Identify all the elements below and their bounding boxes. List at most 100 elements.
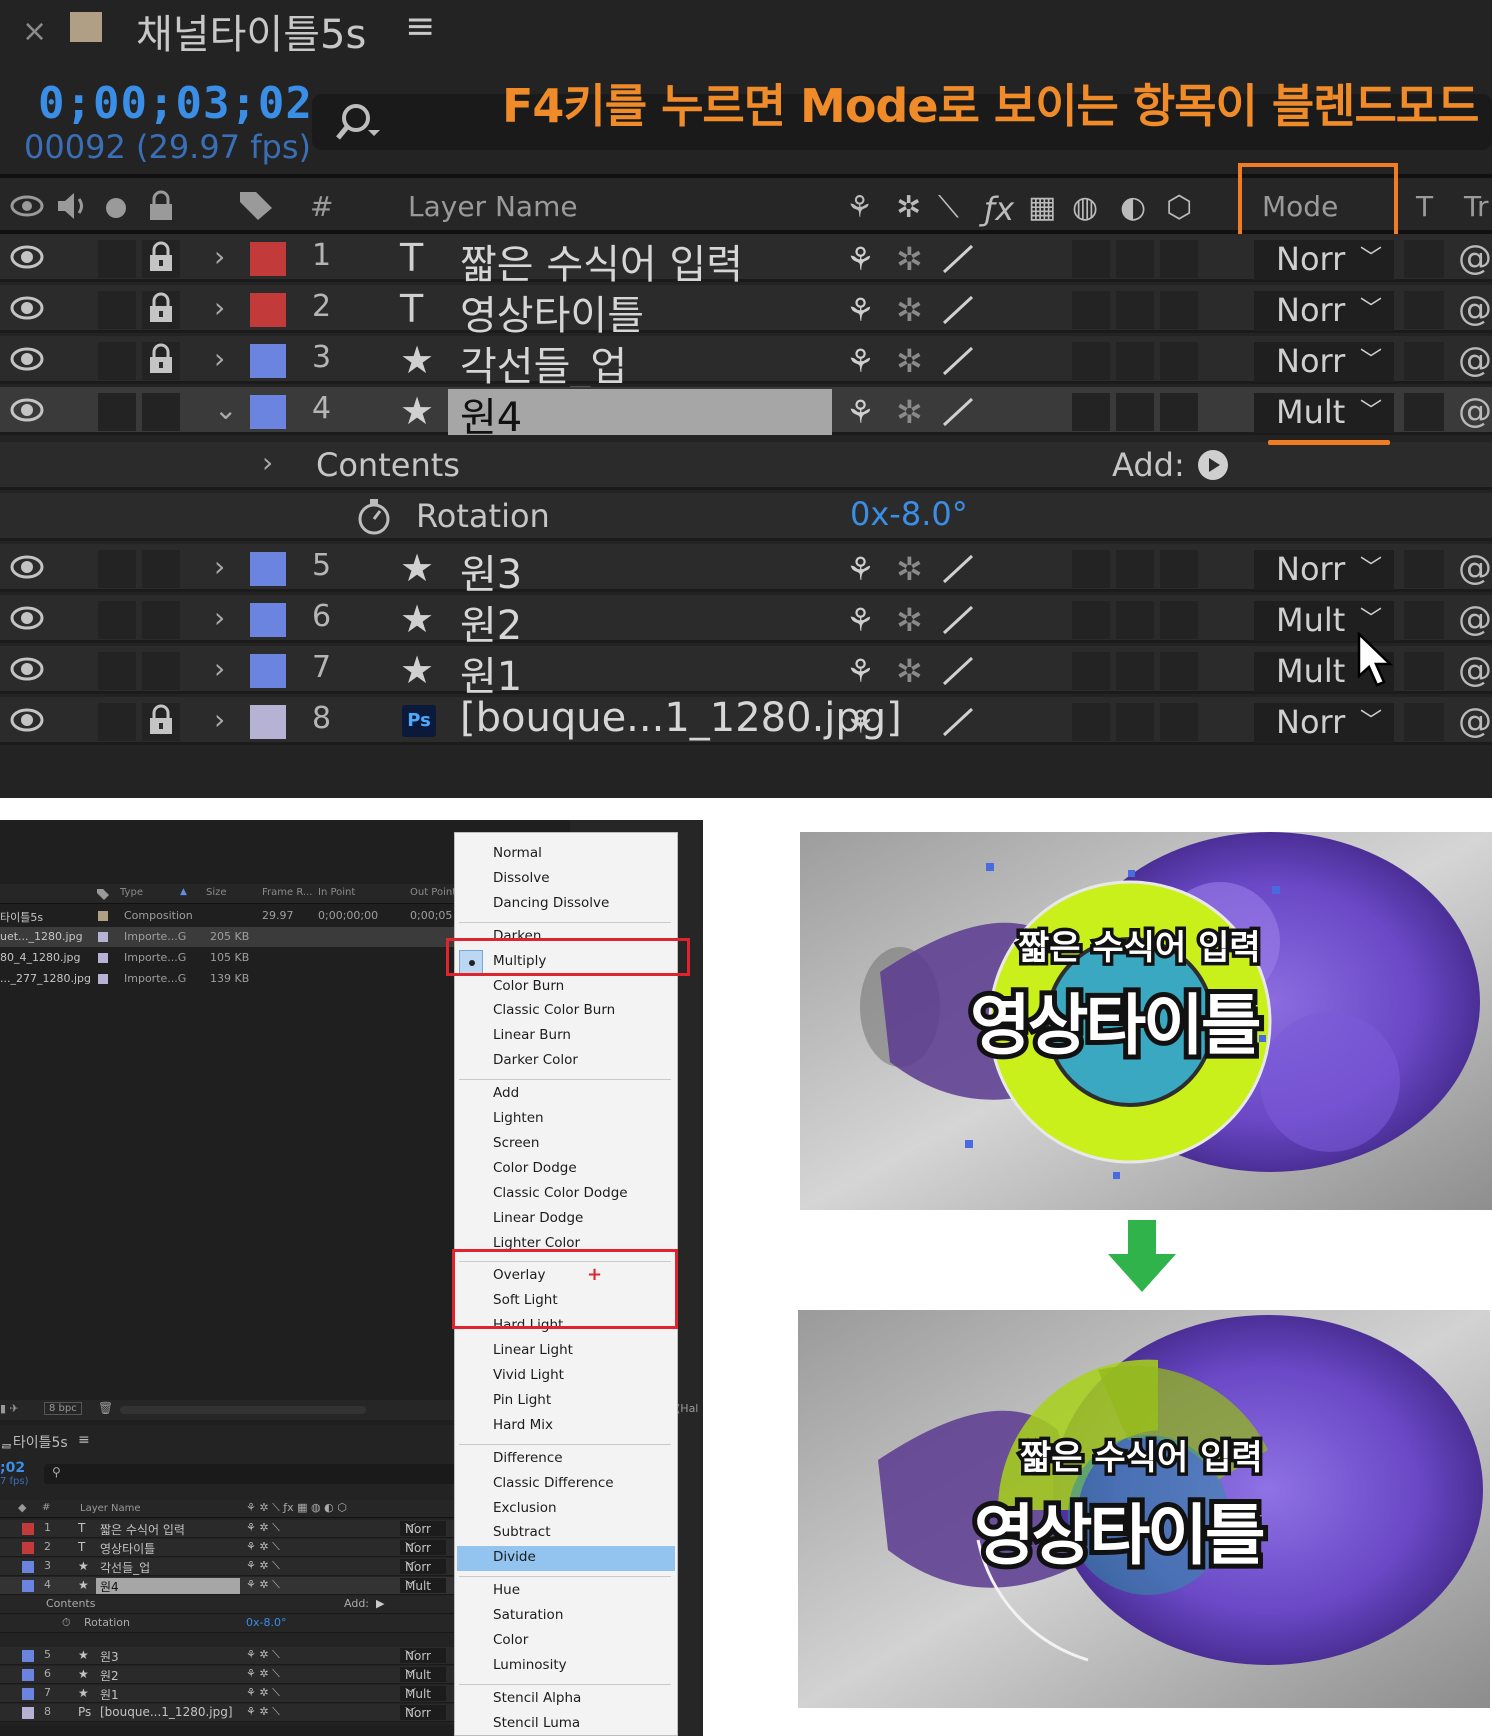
twirl-closed-icon[interactable]: ›	[214, 652, 225, 685]
label-color-swatch[interactable]	[250, 242, 286, 276]
blend-mode-hard-mix[interactable]: Hard Mix	[493, 1417, 553, 1433]
collapse-switch-icon[interactable]: ✲	[896, 652, 923, 690]
blend-mode-color[interactable]: Color	[493, 1632, 528, 1648]
motion-blur-icon[interactable]: ◍	[1072, 190, 1098, 225]
blend-mode-classic-color-burn[interactable]: Classic Color Burn	[493, 1002, 615, 1018]
shy-switch-icon[interactable]: ⚘	[846, 550, 875, 588]
mini-layer-row[interactable]: 2 T 영상타이틀 ⚘ ✲ ⟍ Norr ﹀	[0, 1539, 460, 1557]
quality-switch-icon[interactable]: ⟍	[938, 190, 959, 225]
layer-name[interactable]: [bouque...1_1280.jpg]	[460, 695, 902, 741]
mini-layer-row[interactable]: 5 ★ 원3 ⚘ ✲ ⟍ Norr ﹀	[0, 1647, 460, 1665]
eye-icon[interactable]	[10, 707, 44, 733]
contents-row[interactable]: › Contents Add:	[0, 442, 1492, 490]
collapse-switch-icon[interactable]: ✲	[896, 550, 923, 588]
track-matte-icon[interactable]: @	[1458, 238, 1492, 278]
col-layer-name[interactable]: Layer Name	[408, 190, 578, 223]
lock-icon[interactable]	[146, 342, 176, 376]
mini-layer-name[interactable]: 짧은 수식어 입력	[100, 1521, 185, 1538]
blend-mode-color-burn[interactable]: Color Burn	[493, 978, 564, 994]
eye-icon[interactable]	[10, 295, 44, 321]
collapse-switch-icon[interactable]: ✲	[896, 342, 923, 380]
label-color-swatch[interactable]	[250, 705, 286, 739]
blend-mode-hue[interactable]: Hue	[493, 1582, 520, 1598]
3d-layer-icon[interactable]: ⬡	[1166, 190, 1192, 225]
project-item-row[interactable]: uet..._1280.jpg Importe...G 205 KB	[0, 927, 460, 947]
preserve-transparency-toggle[interactable]	[1404, 703, 1444, 741]
solo-toggle[interactable]	[98, 393, 136, 431]
collapse-switch-icon[interactable]: ✲	[896, 393, 923, 431]
mini-layer-switches-icon[interactable]: ⚘ ✲ ⟍	[246, 1540, 280, 1554]
layer-name[interactable]: 영상타이틀	[460, 283, 644, 341]
switch-cell[interactable]	[1072, 393, 1110, 431]
mode-dropdown[interactable]: Mult ﹀	[1254, 393, 1394, 433]
mini-comp-title[interactable]: ᆯ타이틀5s	[0, 1432, 68, 1452]
blend-mode-divide[interactable]: Divide	[493, 1549, 536, 1565]
switch-cell[interactable]	[1160, 652, 1198, 690]
label-color-swatch[interactable]	[250, 603, 286, 637]
mini-label-color[interactable]	[22, 1523, 34, 1535]
collapse-switch-icon[interactable]: ✲	[896, 240, 923, 278]
solo-toggle[interactable]	[98, 550, 136, 588]
switch-cell[interactable]	[1072, 550, 1110, 588]
mini-label-color[interactable]	[22, 1669, 34, 1681]
track-matte-icon[interactable]: @	[1458, 548, 1492, 588]
shy-switch-icon[interactable]: ⚘	[846, 601, 875, 639]
mini-panel-menu-icon[interactable]: ≡	[78, 1432, 90, 1448]
stopwatch-icon[interactable]	[356, 497, 392, 535]
layer-row[interactable]: ›7★원1⚘✲Mult﹀@	[0, 646, 1492, 700]
project-item-color[interactable]	[98, 911, 108, 921]
switch-cell[interactable]	[1116, 393, 1154, 431]
mini-layer-switches-icon[interactable]: ⚘ ✲ ⟍	[246, 1578, 280, 1592]
collapse-switch-icon[interactable]: ✲	[896, 190, 921, 225]
mini-layer-name[interactable]: [bouque...1_1280.jpg]	[100, 1705, 233, 1719]
mini-add-icon[interactable]: ▶	[376, 1597, 384, 1610]
layer-name[interactable]: 각선들_업	[460, 334, 627, 392]
mode-dropdown[interactable]: Norr ﹀	[1254, 703, 1394, 743]
layer-row[interactable]: › 6 ★ 원2 ⚘ ✲ Mult ﹀ @	[0, 595, 1492, 649]
solo-toggle[interactable]	[98, 652, 136, 690]
layer-name[interactable]: 원4	[460, 385, 522, 443]
blend-mode-dancing-dissolve[interactable]: Dancing Dissolve	[493, 895, 609, 911]
solo-column-icon[interactable]	[106, 198, 126, 218]
lock-icon[interactable]	[146, 703, 176, 737]
mini-layer-switches-icon[interactable]: ⚘ ✲ ⟍	[246, 1521, 280, 1535]
mini-contents-row[interactable]: Contents Add: ▶	[0, 1596, 460, 1614]
mini-label-color[interactable]	[22, 1561, 34, 1573]
twirl-closed-icon[interactable]: ›	[214, 601, 225, 634]
switch-cell[interactable]	[1116, 601, 1154, 639]
track-matte-icon[interactable]: @	[1458, 701, 1492, 741]
switch-cell[interactable]	[1116, 652, 1154, 690]
current-timecode[interactable]: 0;00;03;02	[38, 78, 313, 129]
layer-name[interactable]: 짧은 수식어 입력	[460, 232, 743, 290]
trash-icon[interactable]: 🗑	[98, 1401, 113, 1415]
switch-cell[interactable]	[1072, 240, 1110, 278]
mini-layer-row[interactable]: 6 ★ 원2 ⚘ ✲ ⟍ Mult ﹀	[0, 1666, 460, 1684]
lock-toggle[interactable]	[142, 393, 180, 431]
blend-mode-stencil-luma[interactable]: Stencil Luma	[493, 1715, 580, 1731]
label-column-icon[interactable]	[238, 188, 274, 222]
track-matte-icon[interactable]: @	[1458, 289, 1492, 329]
quality-switch-icon[interactable]	[940, 344, 976, 378]
eye-icon[interactable]	[10, 397, 44, 423]
mini-search-input[interactable]	[44, 1464, 460, 1484]
quality-switch-icon[interactable]	[940, 395, 976, 429]
solo-toggle[interactable]	[98, 703, 136, 741]
mini-col-layer-name[interactable]: Layer Name	[80, 1503, 141, 1514]
mini-layer-switches-icon[interactable]: ⚘ ✲ ⟍	[246, 1559, 280, 1573]
shy-switch-icon[interactable]: ⚘	[846, 342, 875, 380]
mini-mode-dropdown[interactable]: Mult ﹀	[400, 1667, 446, 1682]
switch-cell[interactable]	[1160, 291, 1198, 329]
solo-toggle[interactable]	[98, 601, 136, 639]
switch-cell[interactable]	[1072, 652, 1110, 690]
mini-layer-name[interactable]: 각선들_업	[100, 1559, 150, 1576]
blend-mode-darker-color[interactable]: Darker Color	[493, 1052, 578, 1068]
eye-icon[interactable]	[10, 244, 44, 270]
mini-layer-row[interactable]: 3 ★ 각선들_업 ⚘ ✲ ⟍ Norr ﹀	[0, 1558, 460, 1576]
mini-rotation-value[interactable]: 0x-8.0°	[246, 1616, 286, 1629]
label-column-icon-small[interactable]	[96, 887, 110, 901]
blend-mode-vivid-light[interactable]: Vivid Light	[493, 1367, 564, 1383]
switch-cell[interactable]	[1116, 550, 1154, 588]
proj-col-type[interactable]: Type	[120, 887, 143, 898]
layer-row[interactable]: › 2 T 영상타이틀 ⚘ ✲ Norr ﹀ @	[0, 285, 1492, 339]
shy-switch-icon[interactable]: ⚘	[846, 291, 875, 329]
